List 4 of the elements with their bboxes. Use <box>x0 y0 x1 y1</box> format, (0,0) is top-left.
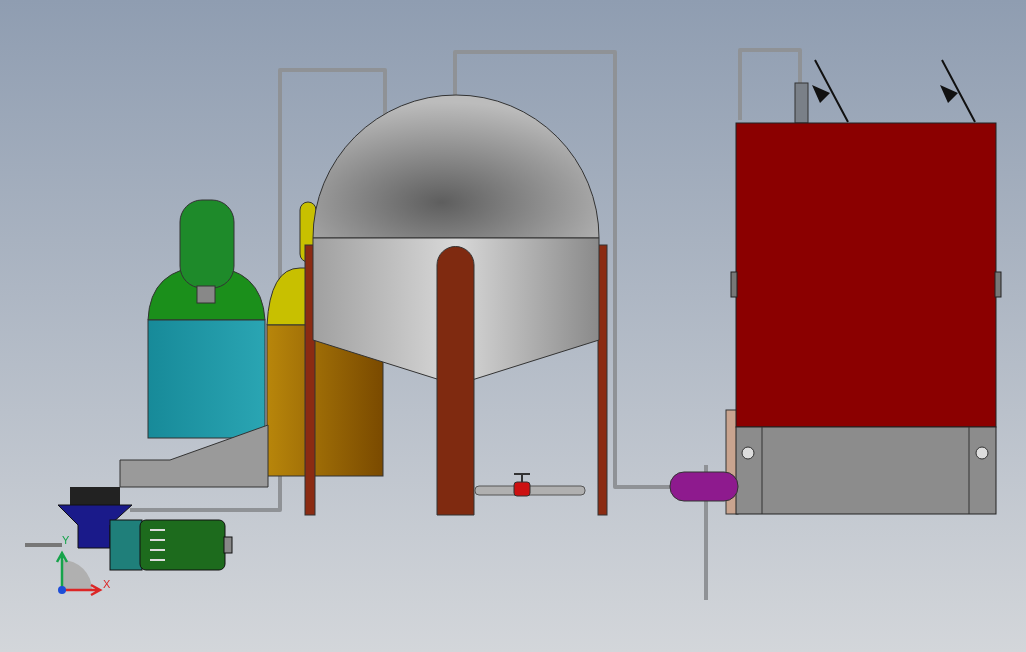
axis-label: Y <box>62 534 70 546</box>
axis-triad-icon <box>55 550 103 597</box>
axis-label: X <box>103 578 111 590</box>
pipe-line <box>738 48 802 120</box>
